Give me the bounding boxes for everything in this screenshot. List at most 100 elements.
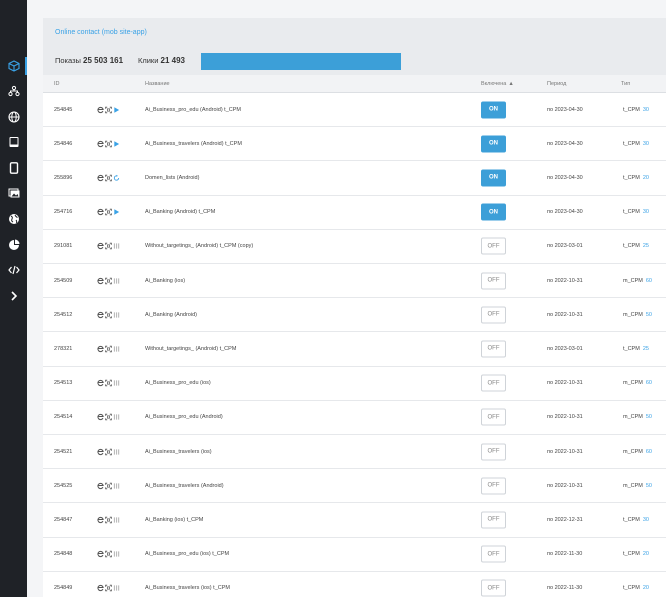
row-toggle[interactable]: OFF [481,579,506,597]
row-type-value[interactable]: 50 [646,312,652,318]
row-type-value[interactable]: 30 [643,141,649,147]
row-name[interactable]: Ai_Business_pro_edu (ios) [145,380,211,386]
link-icon[interactable] [97,106,104,113]
pause-icon[interactable] [113,585,120,592]
table-row[interactable]: 254513 Ai_Business_pro_edu (ios) OFF по 202… [43,367,666,401]
link-icon[interactable] [97,140,104,147]
link-icon[interactable] [97,380,104,387]
row-name[interactable]: Ai_Business_pro_edu (Android) t_CPM [145,107,241,113]
play-icon[interactable] [113,106,120,113]
row-type-value[interactable]: 20 [643,175,649,181]
row-toggle[interactable]: OFF [481,272,506,290]
row-toggle[interactable]: OFF [481,374,506,392]
sidebar-item-cube[interactable] [0,55,27,77]
frame-icon[interactable] [105,345,112,353]
row-type-value[interactable]: 60 [646,449,652,455]
row-toggle[interactable]: OFF [481,408,506,426]
row-type-value[interactable]: 30 [643,209,649,215]
row-toggle[interactable]: ON [481,203,506,221]
play-icon[interactable] [113,140,120,147]
pause-icon[interactable] [113,380,120,387]
link-icon[interactable] [97,209,104,216]
col-enabled[interactable]: Включена ▲ [481,81,514,87]
link-icon[interactable] [97,551,104,558]
col-id[interactable]: ID [54,81,60,87]
col-period[interactable]: Период [547,81,566,87]
sidebar-item-hierarchy[interactable] [0,80,27,102]
row-toggle[interactable]: ON [481,135,506,153]
row-type-value[interactable]: 20 [643,551,649,557]
link-icon[interactable] [97,174,104,182]
sidebar-item-globe[interactable] [0,106,27,128]
row-toggle[interactable]: OFF [481,477,506,495]
frame-icon[interactable] [105,311,112,319]
sidebar-item-pie-chart[interactable] [0,234,27,256]
table-row[interactable]: 254848 Ai_Business_pro_edu (ios) t_CPM OFF… [43,538,666,572]
table-row[interactable]: 254845 Ai_Business_pro_edu (Android) t_CP… [43,93,666,128]
row-name[interactable]: Without_targetings_ (Android) t_CPM [145,346,236,352]
frame-icon[interactable] [105,243,112,250]
row-type-value[interactable]: 60 [646,380,652,386]
link-icon[interactable] [97,585,104,592]
table-row[interactable]: 254847 Ai_Banking (ios) t_CPM OFF по 2022-1… [43,503,666,538]
pause-icon[interactable] [113,516,120,523]
frame-icon[interactable] [105,482,112,490]
row-type-value[interactable]: 25 [643,346,649,352]
table-row[interactable]: 254716 Ai_Banking (Android) t_CPM ON по 202… [43,196,666,230]
row-name[interactable]: Ai_Banking (ios) [145,278,185,284]
row-type-value[interactable]: 30 [643,107,649,113]
link-icon[interactable] [97,243,104,250]
row-toggle[interactable]: OFF [481,237,506,255]
row-name[interactable]: Domen_lists (Android) [145,175,199,181]
table-row[interactable]: 255896 Domen_lists (Android) ON по 2023-04-… [43,161,666,196]
row-type-value[interactable]: 50 [646,483,652,489]
frame-icon[interactable] [105,585,112,592]
pause-icon[interactable] [113,345,120,352]
frame-icon[interactable] [105,277,112,284]
frame-icon[interactable] [105,140,112,148]
table-row[interactable]: 254849 Ai_Business_travelers (ios) t_CPM O… [43,572,666,597]
row-toggle[interactable]: ON [481,101,506,119]
row-name[interactable]: Without_targetings_ (Android) t_CPM (cop… [145,243,253,249]
row-toggle[interactable]: OFF [481,511,506,529]
table-row[interactable]: 254525 Ai_Business_travelers (Android) OFF… [43,469,666,504]
play-icon[interactable] [113,209,120,216]
frame-icon[interactable] [105,550,112,558]
sidebar-item-code[interactable] [0,259,27,281]
table-row[interactable]: 254509 Ai_Banking (ios) OFF по 2022-10-31 m_… [43,264,666,299]
row-type-value[interactable]: 30 [643,517,649,523]
col-type[interactable]: Тип [621,81,630,87]
row-toggle[interactable]: OFF [481,443,506,461]
row-name[interactable]: Ai_Banking (Android) [145,312,197,318]
frame-icon[interactable] [105,174,112,182]
frame-icon[interactable] [105,106,112,113]
panel-title-link[interactable]: Online contact (mob site-app) [55,29,147,36]
row-toggle[interactable]: OFF [481,340,506,358]
col-name[interactable]: Название [145,81,170,87]
table-row[interactable]: 254521 Ai_Business_travelers (ios) OFF по 2… [43,435,666,470]
row-name[interactable]: Ai_Business_travelers (ios) [145,449,212,455]
link-icon[interactable] [97,414,104,421]
link-icon[interactable] [97,448,104,455]
frame-icon[interactable] [105,414,112,421]
refresh-icon[interactable] [113,174,120,181]
pause-icon[interactable] [113,482,120,489]
link-icon[interactable] [97,482,104,489]
table-row[interactable]: 254512 Ai_Banking (Android) OFF по 2022-10-… [43,298,666,333]
link-icon[interactable] [97,345,104,353]
sidebar-item-phone[interactable] [0,157,27,179]
table-row[interactable]: 278321 Without_targetings_ (Android) t_CP… [43,332,666,367]
sidebar-item-world[interactable] [0,208,27,230]
pause-icon[interactable] [113,243,120,250]
link-icon[interactable] [97,516,104,524]
row-name[interactable]: Ai_Business_pro_edu (ios) t_CPM [145,551,229,557]
link-icon[interactable] [97,311,104,318]
row-name[interactable]: Ai_Business_travelers (Android) [145,483,224,489]
row-toggle[interactable]: OFF [481,306,506,324]
frame-icon[interactable] [105,516,112,524]
row-name[interactable]: Ai_Business_travelers (Android) t_CPM [145,141,242,147]
row-name[interactable]: Ai_Business_pro_edu (Android) [145,414,223,420]
row-name[interactable]: Ai_Banking (ios) t_CPM [145,517,203,523]
row-type-value[interactable]: 60 [646,278,652,284]
row-toggle[interactable]: OFF [481,545,506,563]
